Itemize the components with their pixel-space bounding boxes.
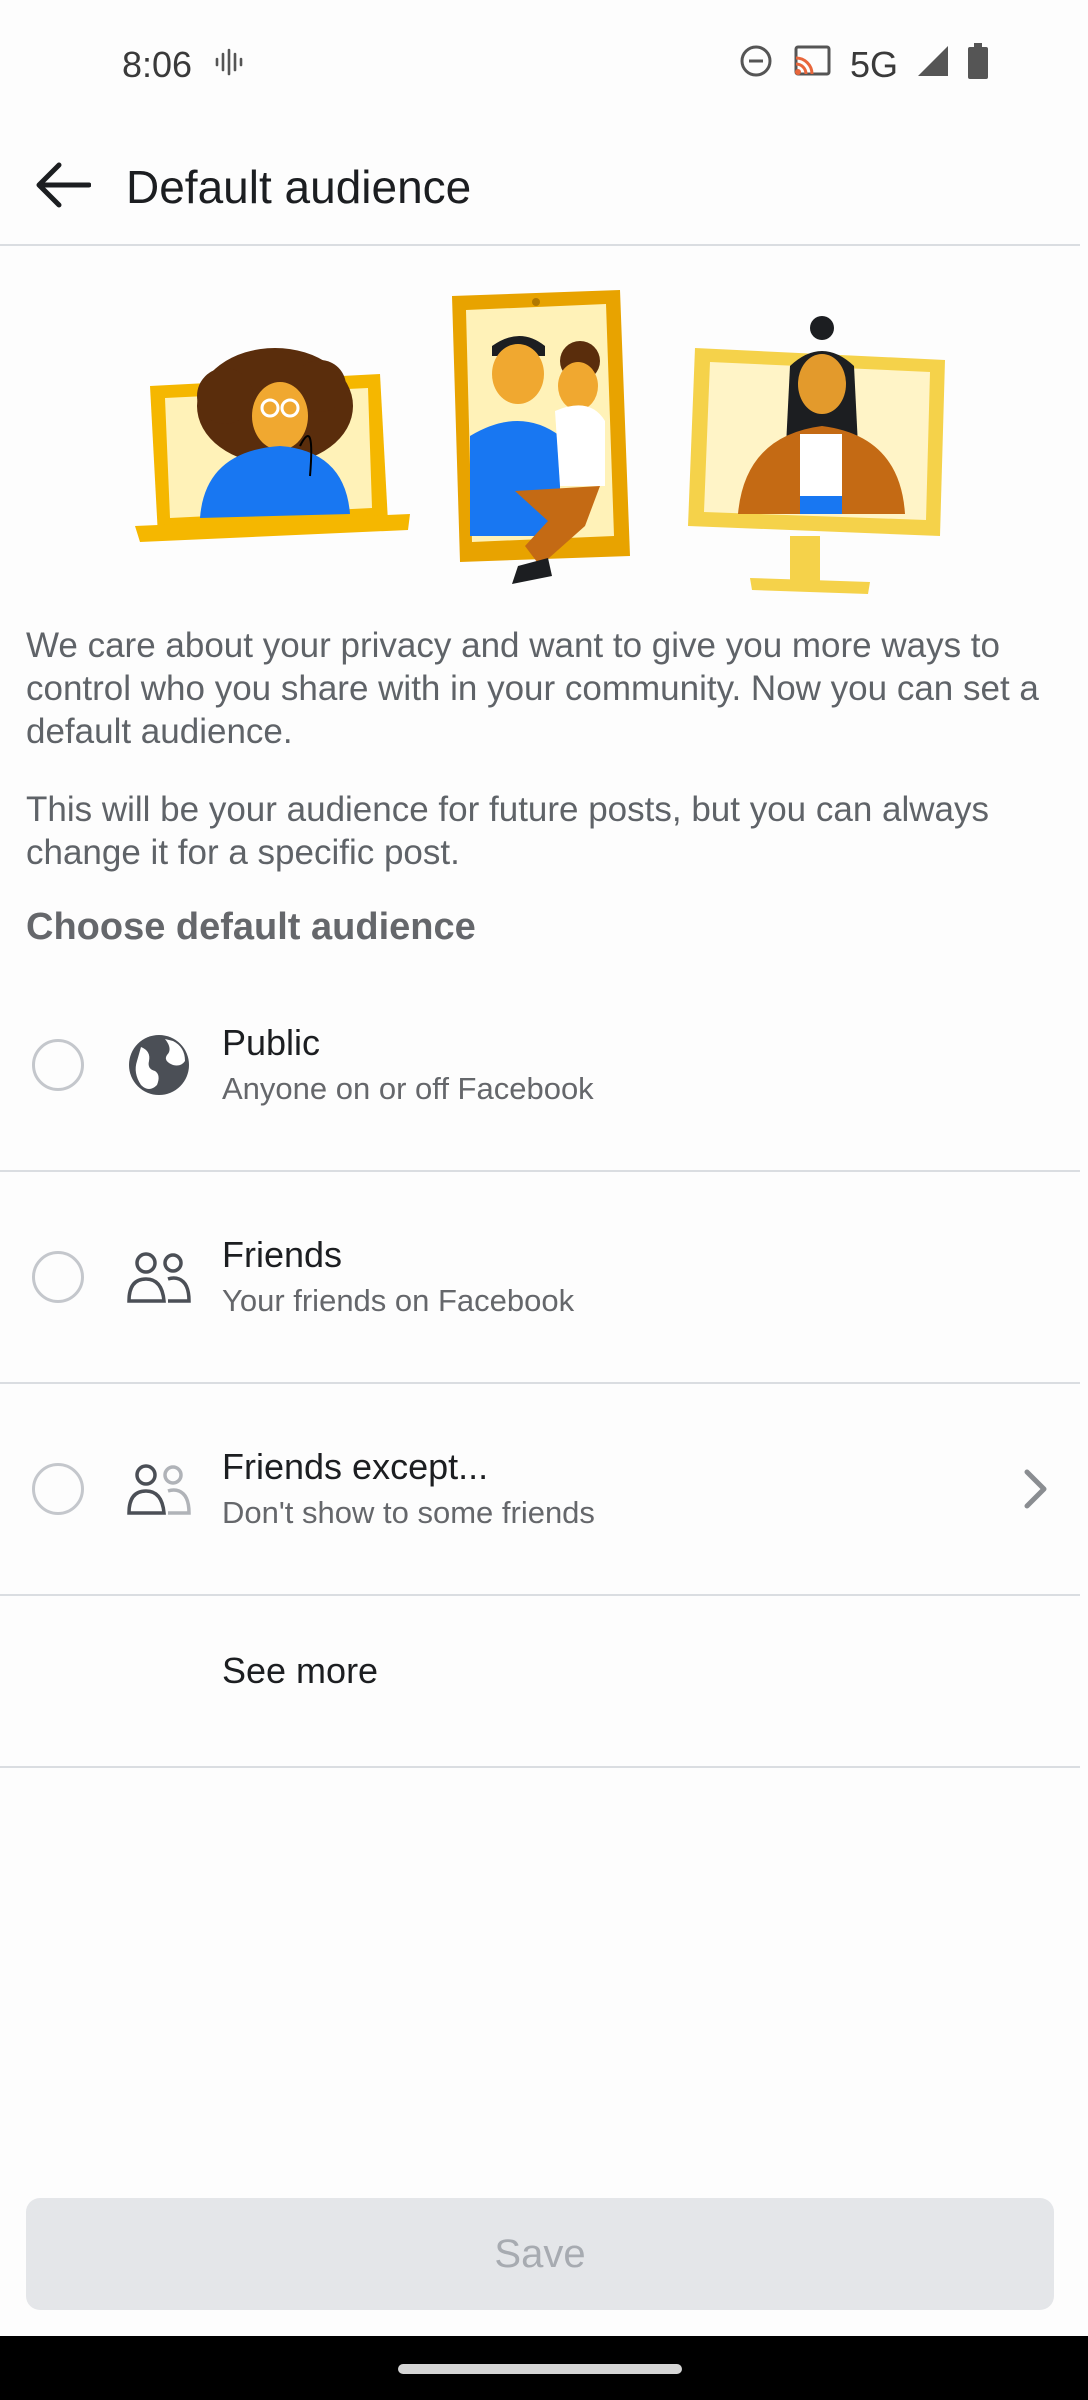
radio-friends[interactable] <box>32 1251 84 1303</box>
status-time: 8:06 <box>122 44 193 85</box>
friends-icon <box>126 1244 192 1310</box>
audience-option-public[interactable]: Public Anyone on or off Facebook <box>0 960 1080 1172</box>
see-more-label: See more <box>222 1650 379 1691</box>
laptop-illustration <box>135 348 410 542</box>
see-more-button[interactable]: See more <box>0 1598 1080 1768</box>
status-bar: 8:06 5G <box>0 0 1088 130</box>
option-subtitle: Don't show to some friends <box>222 1495 595 1530</box>
option-title: Public <box>222 1022 321 1063</box>
app-header: Default audience <box>0 130 1080 246</box>
option-text-friends-except: Friends except... Don't show to some fri… <box>222 1444 595 1534</box>
battery-icon <box>968 42 988 88</box>
intro-paragraph-2: This will be your audience for future po… <box>26 790 989 872</box>
option-subtitle: Anyone on or off Facebook <box>222 1071 594 1106</box>
audience-option-friends-except[interactable]: Friends except... Don't show to some fri… <box>0 1384 1080 1596</box>
option-title: Friends <box>222 1234 343 1275</box>
audience-illustration <box>0 246 1080 606</box>
option-title: Friends except... <box>222 1446 489 1487</box>
radio-public[interactable] <box>32 1039 84 1091</box>
globe-icon <box>126 1032 192 1098</box>
status-left: 8:06 <box>122 44 244 86</box>
tablet-illustration <box>452 290 630 584</box>
option-text-friends: Friends Your friends on Facebook <box>222 1232 574 1322</box>
intro-paragraph-1: We care about your privacy and want to g… <box>26 626 1039 751</box>
chevron-right-icon[interactable] <box>1016 1459 1056 1519</box>
arrow-left-icon <box>35 161 92 214</box>
option-subtitle: Your friends on Facebook <box>222 1283 575 1318</box>
save-button[interactable]: Save <box>26 2198 1054 2310</box>
cast-icon <box>792 44 832 87</box>
radio-friends-except[interactable] <box>32 1463 84 1515</box>
option-text-public: Public Anyone on or off Facebook <box>222 1020 594 1110</box>
back-button[interactable] <box>0 129 126 245</box>
vibrate-icon <box>214 44 244 86</box>
section-heading: Choose default audience <box>26 906 476 948</box>
monitor-illustration <box>688 316 945 594</box>
home-gesture-handle[interactable] <box>398 2364 682 2374</box>
do-not-disturb-icon <box>738 43 774 88</box>
network-label: 5G <box>849 44 898 85</box>
friends-except-icon <box>126 1456 192 1522</box>
signal-icon <box>916 44 950 87</box>
system-nav-bar <box>0 2336 1088 2400</box>
audience-option-friends[interactable]: Friends Your friends on Facebook <box>0 1172 1080 1384</box>
status-right: 5G <box>738 42 988 88</box>
page-title: Default audience <box>126 161 472 213</box>
